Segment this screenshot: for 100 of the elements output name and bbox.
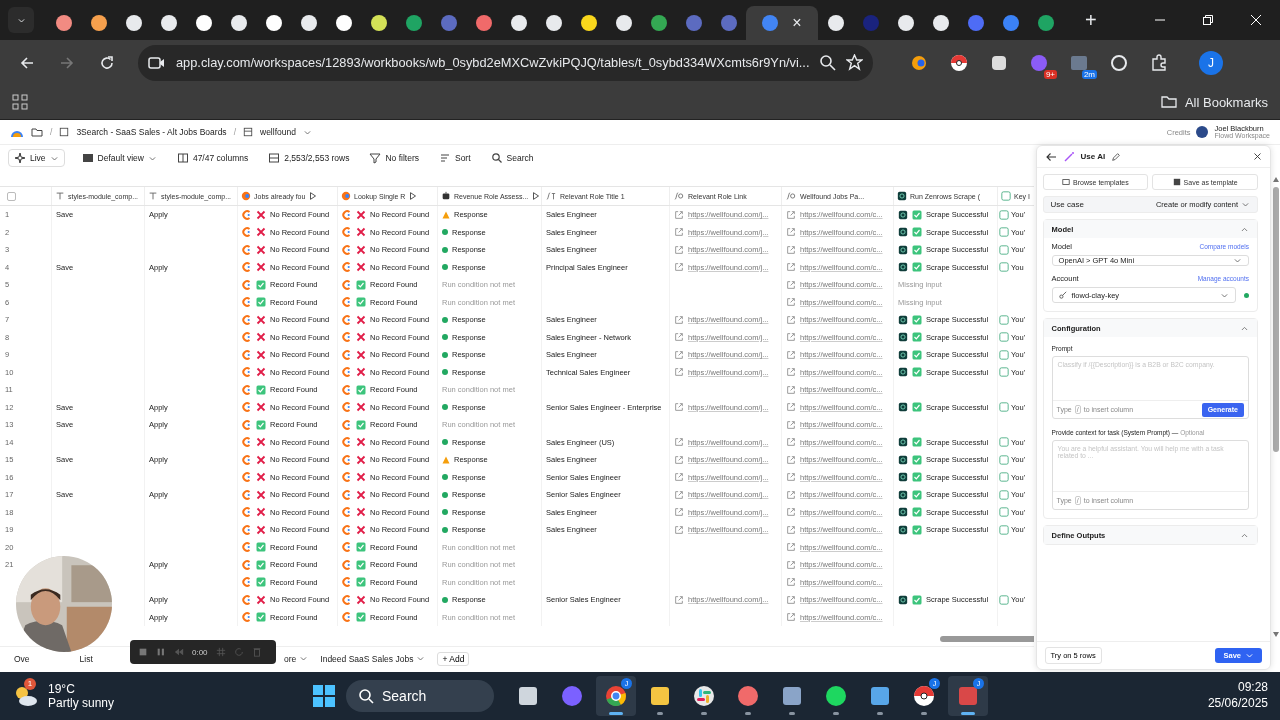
formula-link-icon	[785, 191, 797, 201]
avatar[interactable]	[1196, 126, 1209, 138]
sheet-tab[interactable]: ore	[284, 653, 309, 664]
external-link-icon	[786, 262, 796, 273]
check-icon	[912, 489, 922, 500]
toolbar-button[interactable]: Search	[487, 150, 537, 166]
breadcrumb-link[interactable]: 3Search - SaaS Sales - Alt Jobs Boards	[76, 127, 227, 137]
check-icon	[912, 244, 922, 255]
sparkle-icon	[14, 152, 26, 164]
external-link-icon	[786, 594, 796, 605]
external-link-icon	[786, 419, 796, 430]
toolbar-button[interactable]: Sort	[435, 150, 474, 166]
external-link-icon	[786, 507, 796, 518]
breadcrumb-separator: /	[50, 127, 53, 137]
check-icon	[912, 314, 922, 325]
external-link-icon	[674, 314, 684, 325]
clay-icon	[342, 402, 352, 413]
external-link-icon	[786, 402, 796, 413]
restart-icon	[233, 647, 244, 657]
clay-icon	[341, 191, 351, 201]
close-tab-icon[interactable]: ×	[792, 14, 802, 32]
puzzle-icon	[1150, 53, 1168, 72]
external-link-icon	[786, 472, 796, 483]
search-icon	[358, 688, 374, 704]
browser-tab[interactable]: ×	[746, 6, 818, 40]
clay-icon	[342, 384, 352, 395]
sheet-tab[interactable]: List	[79, 653, 93, 664]
clay-icon	[242, 437, 252, 448]
external-link-icon	[786, 524, 796, 535]
clay-icon	[242, 279, 252, 290]
sheet-tab[interactable]: Ove	[14, 653, 30, 664]
clay-icon	[242, 542, 252, 553]
zenrows-icon	[898, 454, 908, 465]
check-icon	[912, 209, 922, 220]
add-sheet-button[interactable]: + Add	[437, 651, 470, 666]
clay-icon	[242, 297, 252, 308]
run-icon	[408, 191, 419, 201]
external-link-icon	[674, 402, 684, 413]
status-dot	[442, 596, 448, 603]
zoom-icon	[819, 54, 837, 71]
save-icon	[1172, 178, 1181, 186]
clay-icon	[242, 454, 252, 465]
clay-icon	[242, 489, 252, 500]
toolbar-button[interactable]: No filters	[366, 150, 422, 166]
clock-date: 25/06/2025	[1207, 696, 1268, 712]
external-link-icon	[674, 507, 684, 518]
status-dot	[442, 526, 448, 533]
status-dot	[442, 404, 448, 411]
clay-icon	[242, 332, 252, 343]
all-bookmarks-button[interactable]: All Bookmarks	[1160, 94, 1268, 110]
address-bar[interactable]: app.clay.com/workspaces/12893/workbooks/wb_0sybd2eMXCwZvkiPQJQ/tables/t_0sybd334WXcmts6r9Yn/vi...	[138, 44, 873, 81]
scroll-up-icon	[1272, 175, 1280, 183]
external-link-icon	[786, 437, 796, 448]
profile-avatar[interactable]: J	[1199, 50, 1223, 75]
toolbar-button[interactable]: Live	[8, 149, 65, 167]
zenrows-icon	[898, 402, 908, 413]
sheet-tab[interactable]: Indeed SaaS Sales Jobs	[320, 653, 426, 664]
zenrows-icon	[898, 489, 908, 500]
text-type-icon	[55, 191, 65, 201]
clay-icon	[342, 314, 352, 325]
search-icon	[490, 152, 503, 164]
run-icon	[531, 191, 541, 201]
chevron-down-icon	[1233, 256, 1242, 265]
external-link-icon	[786, 384, 796, 395]
toolbar-button[interactable]: Default view	[78, 150, 160, 166]
zenrows-icon	[897, 191, 907, 201]
clay-icon	[242, 367, 252, 378]
clay-icon	[342, 209, 352, 220]
scrollbar-thumb[interactable]	[1273, 187, 1279, 452]
start-icon[interactable]	[312, 684, 336, 708]
clay-icon	[342, 297, 352, 308]
breadcrumb-separator: /	[233, 127, 236, 137]
panel-title: Use AI	[1080, 152, 1106, 161]
grid-icon	[215, 647, 226, 657]
clay-icon	[242, 244, 252, 255]
clay-icon	[342, 489, 352, 500]
scrollbar-thumb[interactable]	[940, 636, 1034, 642]
check-icon	[912, 227, 922, 238]
external-link-icon	[786, 367, 796, 378]
extension-icon	[990, 53, 1008, 72]
zenrows-icon	[898, 594, 908, 605]
folder-icon	[1160, 94, 1177, 110]
status-dot	[442, 439, 448, 446]
external-link-icon	[786, 454, 796, 465]
toolbar-button[interactable]: 2,553/2,553 rows	[265, 150, 353, 166]
columns-icon	[176, 152, 189, 164]
clay-icon	[342, 594, 352, 605]
rows-icon	[268, 152, 281, 164]
select-all-checkbox[interactable]	[7, 191, 16, 201]
clay-icon	[242, 419, 252, 430]
external-link-icon	[674, 454, 684, 465]
robot-icon	[441, 191, 451, 201]
toolbar-button[interactable]: 47/47 columns	[173, 150, 252, 166]
taskbar-search[interactable]: Search	[346, 680, 494, 712]
rewind-icon	[174, 647, 184, 657]
files-app-icon	[648, 684, 672, 708]
status-dot	[442, 334, 448, 341]
new-tab-button[interactable]: +	[1079, 7, 1103, 33]
table-switcher[interactable]: wellfound	[260, 127, 296, 137]
external-link-icon	[786, 209, 796, 220]
